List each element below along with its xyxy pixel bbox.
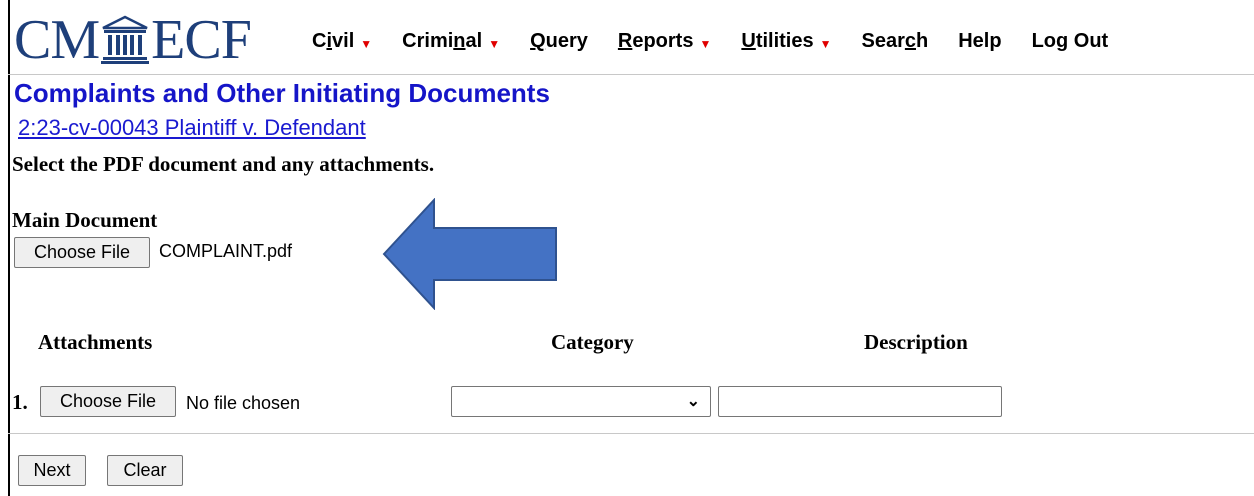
nav-criminal-label: Crimi [402,30,454,52]
nav-search-accesskey: c [904,30,916,52]
nav-query-accesskey: Q [530,30,546,52]
next-button[interactable]: Next [18,455,86,486]
main-document-choose-file-button[interactable]: Choose File [14,237,150,268]
nav-criminal-accesskey: n [453,30,466,52]
main-nav: Ci vil ▼ Crimi n al ▼ Query Reports ▼ Utilitie… [312,30,1138,53]
logo-text-left: CM [14,9,100,71]
form-divider [8,433,1254,434]
caret-down-icon: ▼ [819,36,832,51]
logo-text-right: ECF [151,9,252,71]
attachment-choose-file-button[interactable]: Choose File [40,386,176,417]
description-input[interactable] [718,386,1002,417]
clear-button[interactable]: Clear [107,455,183,486]
category-select[interactable]: ⌄ [451,386,711,417]
attachment-row-number: 1. [12,390,28,414]
main-document-label: Main Document [12,208,158,232]
nav-help-label: Help [958,30,1002,52]
caret-down-icon: ▼ [488,36,501,51]
nav-utilities-accesskey: U [741,30,756,52]
attachment-file-status: No file chosen [186,393,301,413]
nav-logout[interactable]: Log Out [1032,30,1109,53]
nav-search[interactable]: Sear c h [862,30,929,53]
nav-utilities-label: tilities [755,30,814,52]
nav-reports[interactable]: Reports ▼ [618,30,711,53]
page-title: Complaints and Other Initiating Document… [14,78,550,108]
nav-help[interactable]: Help [958,30,1001,53]
courthouse-icon [101,15,150,64]
caret-down-icon: ▼ [360,36,373,51]
nav-logout-label: Log Out [1031,30,1109,52]
nav-civil[interactable]: Ci vil ▼ [312,30,372,53]
nav-search-label: Sear [861,30,905,52]
description-header: Description [864,330,968,354]
cmecf-logo: CM ECF [14,9,252,71]
case-number-link[interactable]: 2:23-cv-00043 Plaintiff v. Defendant [18,115,366,141]
caret-down-icon: ▼ [699,36,712,51]
header-divider [8,74,1254,75]
category-header: Category [551,330,634,354]
nav-criminal[interactable]: Crimi n al ▼ [402,30,500,53]
nav-query-label: uery [545,30,588,52]
nav-reports-label: eports [632,30,694,52]
nav-civil-label: C [312,30,327,52]
main-document-file-name: COMPLAINT.pdf [159,241,293,261]
nav-query[interactable]: Query [530,30,588,53]
nav-criminal-label-rest: al [465,30,483,52]
instructions-text: Select the PDF document and any attachme… [12,152,435,176]
chevron-down-icon: ⌄ [686,393,700,410]
nav-utilities[interactable]: Utilities ▼ [741,30,831,53]
nav-reports-accesskey: R [617,30,633,52]
nav-search-label-rest: h [916,30,929,52]
left-arrow-icon [382,198,557,310]
nav-civil-label-rest: vil [332,30,355,52]
attachments-header: Attachments [38,330,153,354]
